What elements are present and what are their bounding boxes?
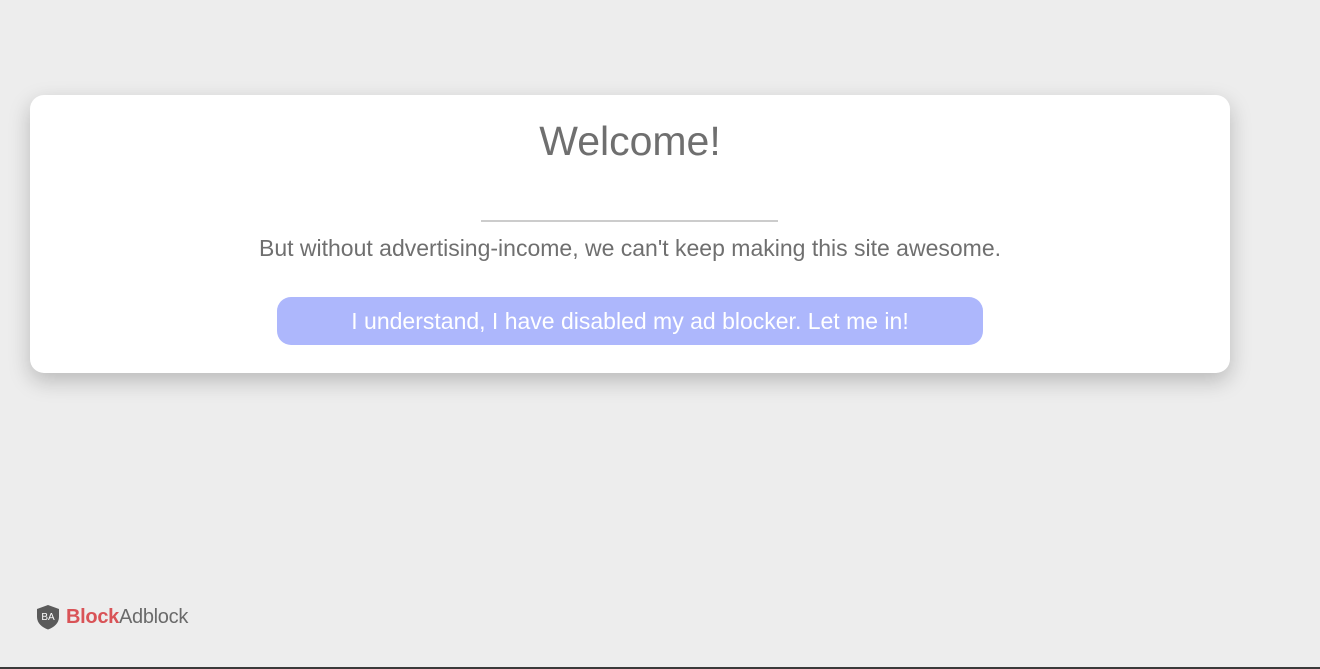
shield-icon: BA [37,605,59,630]
brand-name: BlockAdblock [66,603,188,631]
brand-adblock-text: Adblock [118,606,189,628]
modal-message: But without advertising-income, we can't… [258,235,1002,261]
page: Welcome! But without advertising-income,… [0,0,1320,669]
brand-block-text: Block [66,606,119,628]
confirm-button[interactable]: I understand, I have disabled my ad bloc… [277,297,983,345]
blockadblock-logo: BA BlockAdblock [34,603,188,631]
svg-text:BA: BA [41,612,55,623]
modal-title: Welcome! [539,118,721,164]
divider [481,220,778,222]
adblock-modal: Welcome! But without advertising-income,… [30,95,1230,373]
